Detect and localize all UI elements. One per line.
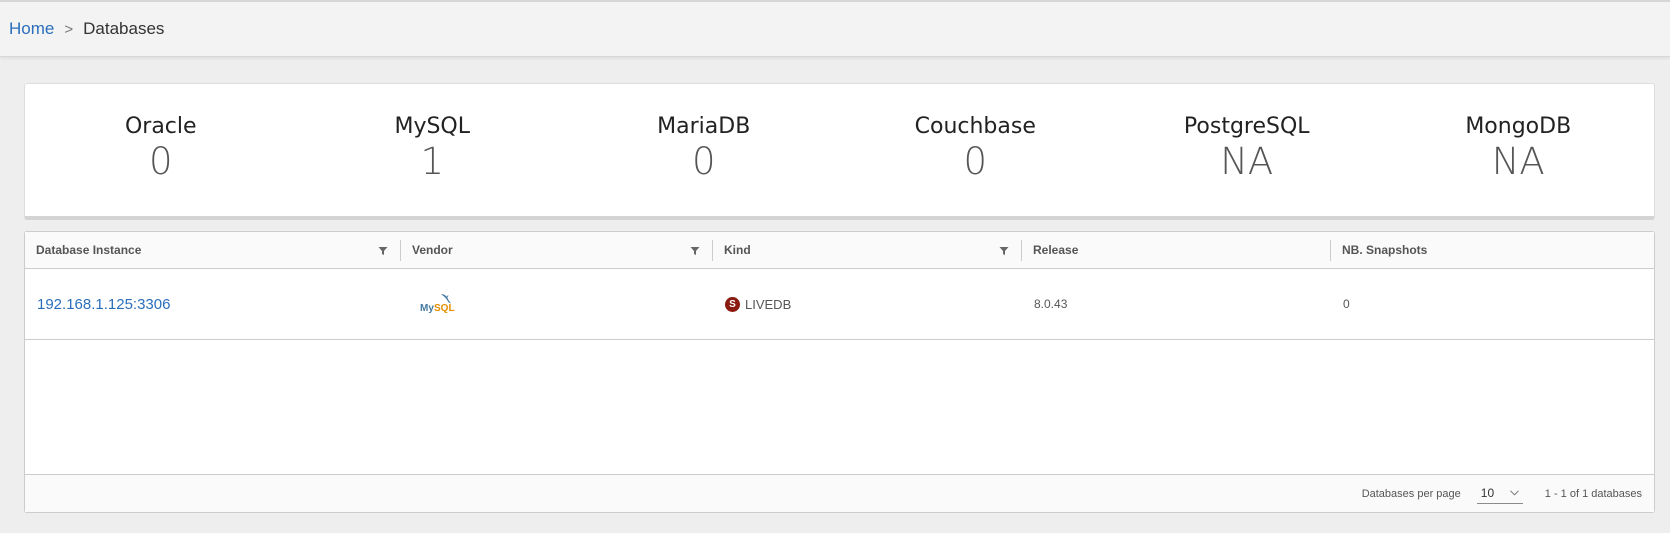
column-header-label: Kind	[724, 243, 751, 257]
breadcrumb-home-link[interactable]: Home	[9, 19, 54, 39]
filter-icon[interactable]	[690, 246, 700, 256]
stat-mongodb: MongoDB NA	[1383, 84, 1655, 216]
databases-datagrid: Database Instance Vendor Kind Release NB…	[24, 231, 1655, 513]
breadcrumb-separator: >	[64, 20, 74, 38]
stat-value: NA	[1220, 140, 1274, 183]
database-instance-link[interactable]: 192.168.1.125:3306	[37, 296, 170, 313]
cell-vendor: My SQL	[401, 291, 713, 317]
cell-release: 8.0.43	[1022, 297, 1331, 311]
breadcrumb: Home > Databases	[0, 0, 1670, 57]
stat-mysql: MySQL 1	[297, 84, 569, 216]
per-page-label: Databases per page	[1361, 487, 1461, 500]
stat-mariadb: MariaDB 0	[568, 84, 840, 216]
datagrid-footer: Databases per page 10 1 - 1 of 1 databas…	[25, 474, 1654, 512]
cell-database-instance: 192.168.1.125:3306	[25, 296, 401, 313]
snapshots-value: 0	[1343, 297, 1350, 311]
breadcrumb-current: Databases	[83, 19, 165, 38]
stat-name: MySQL	[394, 114, 471, 139]
stat-name: Couchbase	[914, 114, 1036, 139]
pagination-summary: 1 - 1 of 1 databases	[1544, 487, 1642, 500]
column-header-database-instance[interactable]: Database Instance	[25, 232, 401, 268]
vendor-stats-card: Oracle 0 MySQL 1 MariaDB 0 Couchbase 0 P…	[24, 83, 1655, 220]
column-header-release[interactable]: Release	[1022, 232, 1331, 268]
svg-text:My: My	[420, 303, 434, 314]
column-header-label: Database Instance	[36, 243, 142, 257]
datagrid-header: Database Instance Vendor Kind Release NB…	[25, 232, 1654, 269]
page-size-value: 10	[1480, 486, 1495, 500]
page-size-select[interactable]: 10	[1476, 484, 1523, 504]
column-header-label: Vendor	[412, 243, 453, 257]
cell-nb-snapshots: 0	[1331, 297, 1654, 311]
stat-name: MariaDB	[657, 114, 751, 139]
cell-kind: S LIVEDB	[713, 296, 1022, 312]
stat-value: NA	[1491, 140, 1545, 183]
column-header-kind[interactable]: Kind	[713, 232, 1022, 268]
chevron-down-icon	[1509, 490, 1519, 496]
svg-text:SQL: SQL	[434, 303, 455, 314]
stat-value: 0	[691, 140, 716, 183]
filter-icon[interactable]	[999, 246, 1009, 256]
column-header-vendor[interactable]: Vendor	[401, 232, 713, 268]
kind-label: LIVEDB	[745, 296, 792, 312]
column-header-label: Release	[1033, 243, 1079, 257]
stat-name: PostgreSQL	[1183, 114, 1310, 139]
column-header-label: NB. Snapshots	[1342, 243, 1428, 257]
stat-value: 1	[420, 140, 445, 183]
stat-name: Oracle	[124, 114, 197, 139]
table-row: 192.168.1.125:3306 My SQL S LIVEDB 8.0.4…	[25, 269, 1654, 340]
mysql-logo-icon: My SQL	[420, 294, 455, 314]
stat-value: 0	[963, 140, 988, 183]
stat-couchbase: Couchbase 0	[840, 84, 1112, 216]
stat-name: MongoDB	[1465, 114, 1572, 139]
filter-icon[interactable]	[378, 246, 388, 256]
stat-value: 0	[148, 140, 173, 183]
column-header-nb-snapshots[interactable]: NB. Snapshots	[1331, 232, 1654, 268]
stat-postgresql: PostgreSQL NA	[1111, 84, 1383, 216]
stat-oracle: Oracle 0	[25, 84, 297, 216]
release-value: 8.0.43	[1034, 297, 1068, 311]
kind-badge: S	[725, 296, 740, 312]
